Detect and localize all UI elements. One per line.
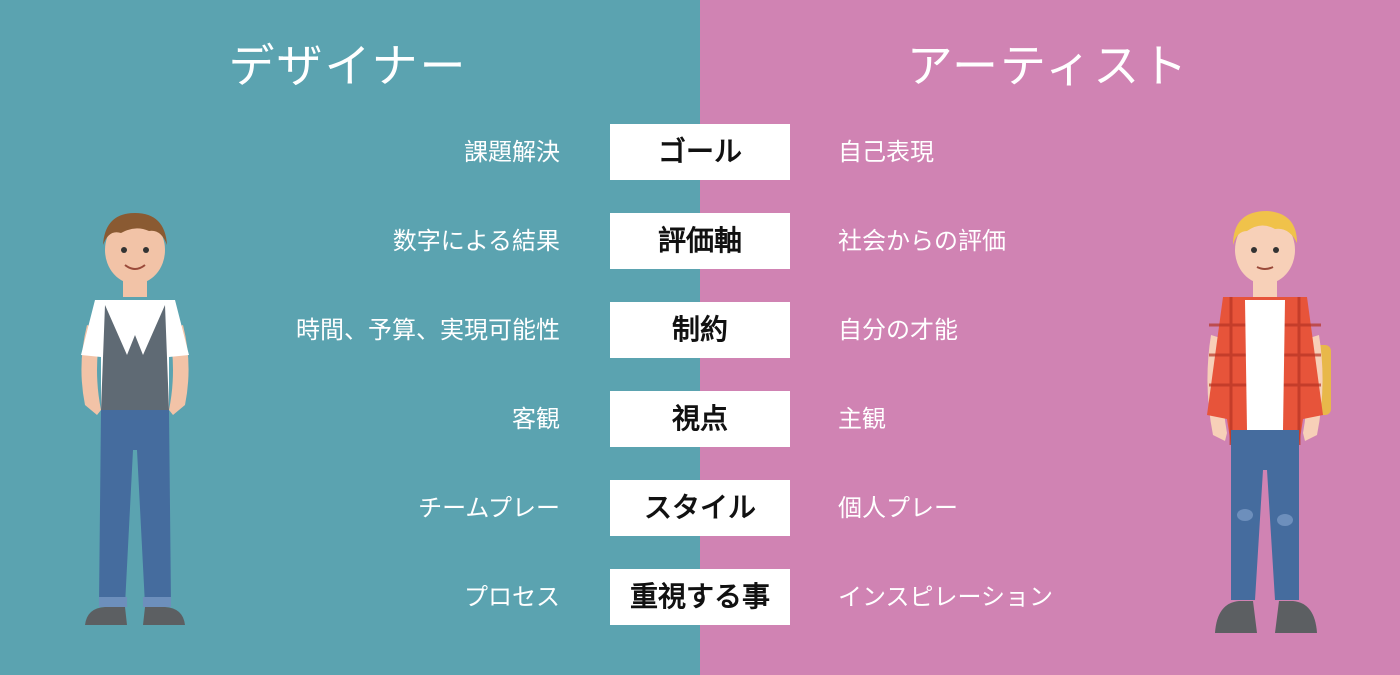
designer-item: 時間、予算、実現可能性 <box>296 316 560 344</box>
designer-illustration <box>81 213 189 625</box>
designer-title: デザイナー <box>228 39 468 93</box>
comparison-row: チームプレー スタイル 個人プレー <box>0 480 1400 536</box>
category-box: ゴール <box>610 124 790 180</box>
designer-item: 課題解決 <box>464 138 560 166</box>
artist-item: 主観 <box>838 405 886 433</box>
artist-illustration <box>1207 211 1331 633</box>
category-box: 重視する事 <box>610 569 790 625</box>
comparison-row: 時間、予算、実現可能性 制約 自分の才能 <box>0 302 1400 358</box>
category-box: スタイル <box>610 480 790 536</box>
designer-item: チームプレー <box>418 494 560 522</box>
designer-item: プロセス <box>464 583 560 611</box>
artist-item: 自分の才能 <box>838 316 958 344</box>
artist-title: アーティスト <box>906 39 1190 93</box>
category-box: 評価軸 <box>610 213 790 269</box>
designer-item: 数字による結果 <box>392 227 560 255</box>
comparison-row: 客観 視点 主観 <box>0 391 1400 447</box>
comparison-row: プロセス 重視する事 インスピレーション <box>0 569 1400 625</box>
comparison-row: 課題解決 ゴール 自己表現 <box>0 124 1400 180</box>
artist-item: インスピレーション <box>838 583 1054 611</box>
category-box: 視点 <box>610 391 790 447</box>
comparison-row: 数字による結果 評価軸 社会からの評価 <box>0 213 1400 269</box>
designer-item: 客観 <box>512 405 560 433</box>
artist-item: 個人プレー <box>838 494 958 522</box>
artist-item: 自己表現 <box>838 138 934 166</box>
artist-item: 社会からの評価 <box>838 227 1006 255</box>
category-box: 制約 <box>610 302 790 358</box>
